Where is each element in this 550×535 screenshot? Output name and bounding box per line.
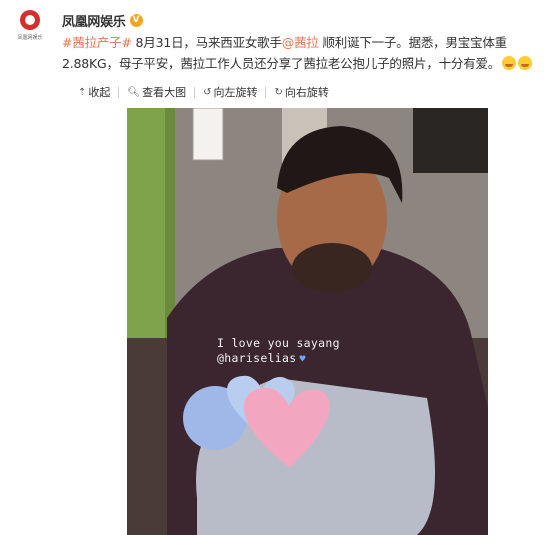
view-large-button[interactable]: 🔍︎ 查看大图 bbox=[119, 84, 194, 100]
collapse-label: 收起 bbox=[88, 86, 111, 99]
up-arrow-icon: ⇡ bbox=[78, 86, 87, 98]
photo-scene bbox=[127, 108, 488, 535]
avatar-caption: 凤凰网娱乐 bbox=[17, 35, 43, 41]
image-toolbar: ⇡ 收起 🔍︎ 查看大图 ↺ 向左旋转 ↻ 向右旋转 bbox=[70, 82, 337, 102]
rotate-left-button[interactable]: ↺ 向左旋转 bbox=[195, 84, 265, 100]
caption-line: I love you sayang bbox=[217, 336, 340, 350]
collapse-button[interactable]: ⇡ 收起 bbox=[70, 84, 118, 100]
post-text-part: 8月31日，马来西亚女歌手 bbox=[131, 35, 282, 50]
search-icon: 🔍︎ bbox=[127, 86, 141, 98]
rotate-right-icon: ↻ bbox=[274, 86, 283, 98]
rotate-left-icon: ↺ bbox=[203, 86, 212, 98]
view-large-label: 查看大图 bbox=[142, 86, 187, 99]
rotate-right-label: 向右旋转 bbox=[284, 86, 329, 99]
post-photo[interactable]: I love you sayang @hariselias ♥ bbox=[127, 108, 488, 535]
emoji-icon bbox=[502, 56, 517, 70]
post-header: 凤凰网娱乐 V bbox=[62, 11, 143, 30]
username-link[interactable]: 凤凰网娱乐 bbox=[62, 11, 126, 30]
emoji-icon bbox=[518, 56, 533, 70]
avatar[interactable]: 凤凰网娱乐 bbox=[12, 10, 48, 46]
mention-link[interactable]: @茜拉 bbox=[282, 35, 319, 50]
heart-icon: ♥ bbox=[299, 354, 306, 365]
post-text: #茜拉产子# 8月31日，马来西亚女歌手@茜拉 顺利诞下一子。据悉，男宝宝体重2… bbox=[62, 32, 542, 74]
hashtag-link[interactable]: #茜拉产子# bbox=[62, 35, 132, 50]
photo-caption: I love you sayang @hariselias ♥ bbox=[217, 336, 340, 367]
rotate-right-button[interactable]: ↻ 向右旋转 bbox=[266, 84, 336, 100]
brand-logo-icon bbox=[20, 10, 40, 30]
caption-line: @hariselias bbox=[217, 351, 297, 365]
rotate-left-label: 向左旋转 bbox=[213, 86, 258, 99]
verified-icon[interactable]: V bbox=[129, 13, 143, 27]
